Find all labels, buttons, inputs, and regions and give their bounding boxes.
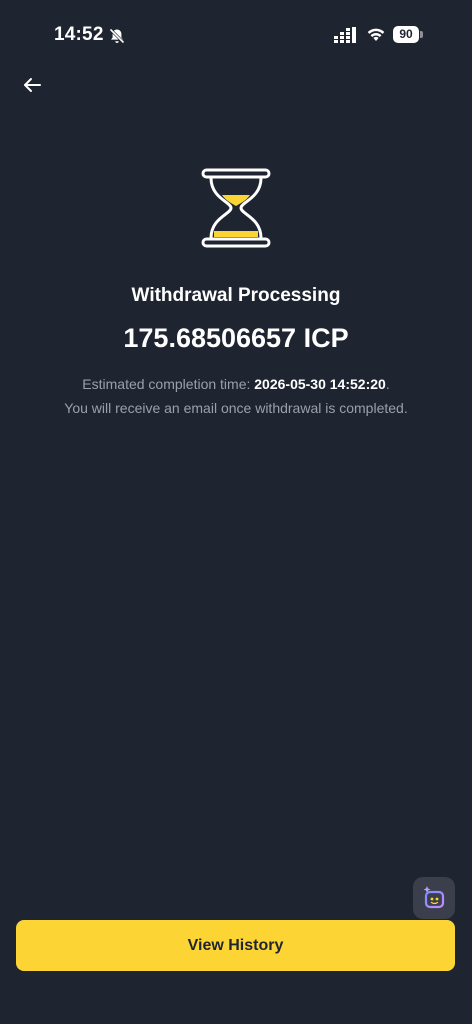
page-title: Withdrawal Processing: [131, 285, 341, 306]
assistant-bot-icon: [423, 886, 445, 909]
assistant-button[interactable]: [413, 877, 455, 919]
status-bar: 14:52 90: [0, 0, 472, 70]
wifi-icon: [366, 26, 386, 42]
bell-muted-icon: [108, 27, 126, 45]
back-button[interactable]: [20, 72, 46, 98]
status-time: 14:52: [54, 24, 104, 45]
withdrawal-amount: 175.68506657 ICP: [123, 323, 349, 353]
battery-indicator: 90: [393, 26, 423, 44]
cellular-signal-icon: [334, 27, 358, 43]
battery-nub: [420, 31, 423, 38]
battery-level: 90: [393, 26, 419, 43]
estimated-completion-line: Estimated completion time: 2026-05-30 14…: [0, 372, 472, 396]
email-notice: You will receive an email once withdrawa…: [64, 400, 408, 416]
completion-info: Estimated completion time: 2026-05-30 14…: [0, 372, 472, 420]
hourglass-icon: [200, 168, 272, 248]
estimated-completion-time: 2026-05-30 14:52:20: [254, 376, 386, 392]
view-history-button[interactable]: View History: [16, 920, 455, 971]
estimated-completion-period: .: [385, 376, 390, 392]
estimated-completion-label: Estimated completion time:: [82, 376, 255, 392]
arrow-left-icon: [24, 78, 41, 92]
